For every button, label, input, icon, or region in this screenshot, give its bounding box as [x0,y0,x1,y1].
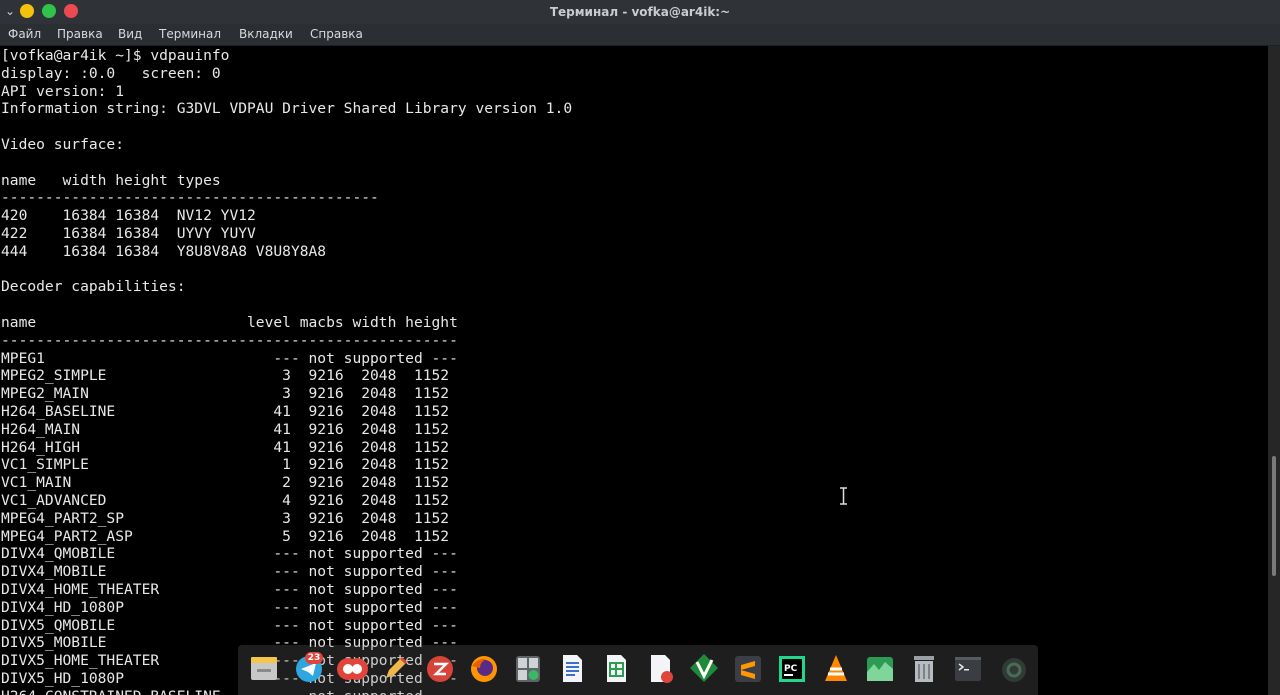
menu-terminal[interactable]: Терминал [153,24,227,45]
double-commander-icon[interactable] [336,652,368,684]
menu-file[interactable]: Файл [2,24,47,45]
terminal-output: [vofka@ar4ik ~]$ vdpauinfo display: :0.0… [1,47,573,695]
vim-icon[interactable] [688,652,720,684]
telegram-badge: 23 [305,652,323,664]
pdf-viewer-icon[interactable] [644,652,676,684]
pycharm-icon[interactable]: PC [776,652,808,684]
system-monitor-icon[interactable] [864,652,896,684]
file-manager-icon[interactable] [248,652,280,684]
menu-help[interactable]: Справка [304,24,369,45]
svg-text:PC: PC [784,664,798,674]
sublime-text-icon[interactable] [732,652,764,684]
vertical-scrollbar[interactable] [1268,46,1280,695]
firefox-icon[interactable] [468,652,500,684]
pencil-icon[interactable] [380,652,412,684]
menu-bar: Файл Правка Вид Терминал Вкладки Справка [0,24,1280,46]
window-title: Терминал - vofka@ar4ik:~ [549,5,731,19]
trash-icon[interactable] [908,652,940,684]
recycle-icon[interactable] [998,652,1030,684]
terminal-icon[interactable] [952,652,984,684]
text-cursor-icon [840,487,847,505]
menu-tabs[interactable]: Вкладки [233,24,299,45]
vlc-icon[interactable] [820,652,852,684]
terminal-area[interactable]: [vofka@ar4ik ~]$ vdpauinfo display: :0.0… [0,46,1268,695]
text-document-icon[interactable] [556,652,588,684]
spreadsheet-icon[interactable] [600,652,632,684]
calculator-icon[interactable] [512,652,544,684]
scrollbar-thumb[interactable] [1272,456,1276,576]
menu-view[interactable]: Вид [112,24,148,45]
menu-edit[interactable]: Правка [51,24,109,45]
title-bar: ⌄ Терминал - vofka@ar4ik:~ [0,0,1280,24]
bookmark-icon[interactable] [424,652,456,684]
